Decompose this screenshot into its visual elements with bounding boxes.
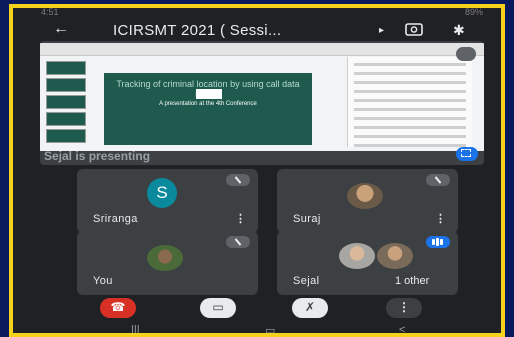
participant-name: Sriranga [93, 213, 138, 225]
current-slide: Tracking of criminal location by using c… [104, 73, 312, 145]
slide-logo [196, 89, 222, 99]
more-options-button[interactable]: ⋮ [386, 298, 422, 318]
mic-off-icon [226, 236, 250, 248]
format-panel [347, 57, 472, 147]
camera-off-icon: ▭ [212, 300, 224, 314]
status-battery: 89% [464, 7, 483, 17]
mic-off-icon [226, 174, 250, 186]
avatar-photo [377, 243, 413, 269]
presenter-label: Sejal is presenting [44, 149, 151, 163]
phone-screen: 4:51 89% ← ICIRSMT 2021 ( Sessi... ▸ ✱ T… [9, 4, 505, 337]
participant-extra: 1 other [395, 275, 430, 287]
shared-screen: Tracking of criminal location by using c… [40, 43, 484, 151]
home-icon[interactable]: ▭ [265, 324, 275, 333]
slide-thumbnail [46, 95, 86, 109]
bluetooth-icon[interactable]: ✱ [453, 22, 465, 39]
slide-thumbnail [46, 78, 86, 92]
app-ribbon [40, 43, 484, 56]
mic-off-icon [426, 174, 450, 186]
slide-thumbnail [46, 129, 86, 143]
avatar: S [147, 178, 177, 208]
arrow-left-icon[interactable]: ← [53, 20, 69, 38]
camera-flip-icon[interactable] [405, 22, 423, 36]
mic-toggle-button[interactable]: ✗ [292, 298, 328, 318]
back-icon[interactable]: < [399, 324, 405, 333]
participant-tile-sejal[interactable]: Sejal 1 other [277, 231, 458, 295]
slide-subtitle: A presentation at the 4th Conference [159, 101, 257, 107]
camera-toggle-button[interactable]: ▭ [200, 298, 236, 318]
screenshot-frame: 4:51 89% ← ICIRSMT 2021 ( Sessi... ▸ ✱ T… [0, 0, 514, 337]
slide-thumbnail [46, 112, 86, 126]
status-time: 4:51 [41, 7, 59, 17]
mic-off-icon: ✗ [304, 300, 316, 314]
participant-name: Suraj [293, 213, 321, 225]
status-bar: 4:51 89% [13, 8, 501, 18]
participant-tile-suraj[interactable]: Suraj ⋮ [277, 169, 458, 233]
presentation-tile[interactable]: Tracking of criminal location by using c… [40, 41, 484, 165]
slide-thumbnails [46, 61, 92, 149]
more-vert-icon: ⋮ [398, 300, 410, 314]
call-controls: ☎ ▭ ✗ ⋮ [13, 298, 501, 320]
participant-tile-you[interactable]: You [77, 231, 258, 295]
end-call-button[interactable]: ☎ [100, 298, 136, 318]
more-vert-icon[interactable]: ⋮ [435, 212, 446, 225]
system-nav-bar: ||| ▭ < [13, 324, 501, 333]
meeting-title[interactable]: ICIRSMT 2021 ( Sessi... [113, 22, 281, 39]
participant-name: Sejal [293, 275, 320, 287]
participant-tile-sriranga[interactable]: S Sriranga ⋮ [77, 169, 258, 233]
cast-icon[interactable]: ▸ [379, 25, 384, 36]
avatar-photo [339, 243, 375, 269]
fullscreen-icon[interactable] [456, 147, 478, 161]
recent-apps-icon[interactable]: ||| [131, 324, 140, 333]
end-call-icon: ☎ [110, 300, 126, 314]
avatar-photo [147, 245, 183, 271]
avatar-photo [347, 183, 383, 209]
slide-thumbnail [46, 61, 86, 75]
participant-name: You [93, 275, 113, 287]
mic-off-badge [456, 47, 476, 61]
speaking-indicator-icon [426, 236, 450, 248]
more-vert-icon[interactable]: ⋮ [235, 212, 246, 225]
